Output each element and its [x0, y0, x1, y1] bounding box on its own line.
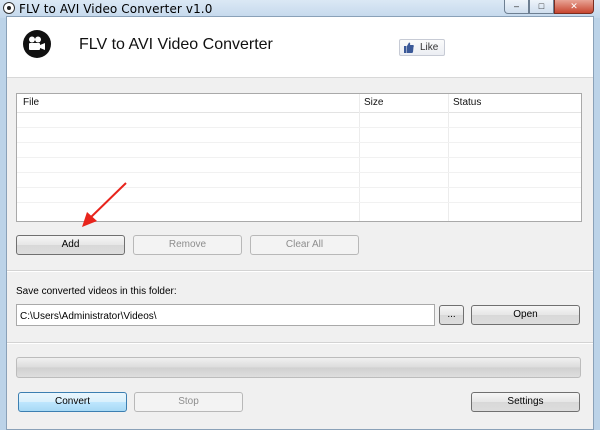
close-icon[interactable]: ✕ — [554, 0, 594, 14]
remove-button[interactable]: Remove — [133, 235, 242, 255]
column-header-file[interactable]: File — [23, 97, 39, 108]
output-folder-input[interactable] — [16, 304, 435, 326]
conversion-progress-bar — [16, 357, 581, 378]
annotation-arrow-icon — [82, 182, 127, 227]
settings-button[interactable]: Settings — [471, 392, 580, 412]
list-header: File Size Status — [17, 94, 581, 113]
app-title: FLV to AVI Video Converter — [79, 36, 273, 53]
grid-line — [17, 172, 581, 173]
browse-button[interactable]: ... — [439, 305, 464, 325]
grid-line — [17, 127, 581, 128]
window-controls: – □ ✕ — [504, 0, 594, 14]
grid-line — [17, 142, 581, 143]
window-title: FLV to AVI Video Converter v1.0 — [19, 2, 213, 16]
video-camera-icon — [23, 30, 51, 58]
column-header-size[interactable]: Size — [364, 97, 383, 108]
app-window: FLV to AVI Video Converter v1.0 – □ ✕ FL… — [0, 0, 600, 430]
add-button[interactable]: Add — [16, 235, 125, 255]
like-button[interactable]: Like — [399, 39, 445, 56]
minimize-icon[interactable]: – — [504, 0, 529, 14]
save-folder-label: Save converted videos in this folder: — [16, 286, 177, 297]
section-divider-highlight — [7, 271, 593, 272]
column-header-status[interactable]: Status — [453, 97, 481, 108]
stop-button[interactable]: Stop — [134, 392, 243, 412]
grid-line — [17, 157, 581, 158]
app-icon — [3, 2, 15, 14]
section-divider-highlight — [7, 343, 593, 344]
clear-all-button[interactable]: Clear All — [250, 235, 359, 255]
open-button[interactable]: Open — [471, 305, 580, 325]
convert-button[interactable]: Convert — [18, 392, 127, 412]
header-panel: FLV to AVI Video Converter Like — [7, 17, 593, 78]
like-label: Like — [420, 42, 439, 53]
thumbs-up-icon — [404, 42, 414, 53]
maximize-icon[interactable]: □ — [529, 0, 554, 14]
